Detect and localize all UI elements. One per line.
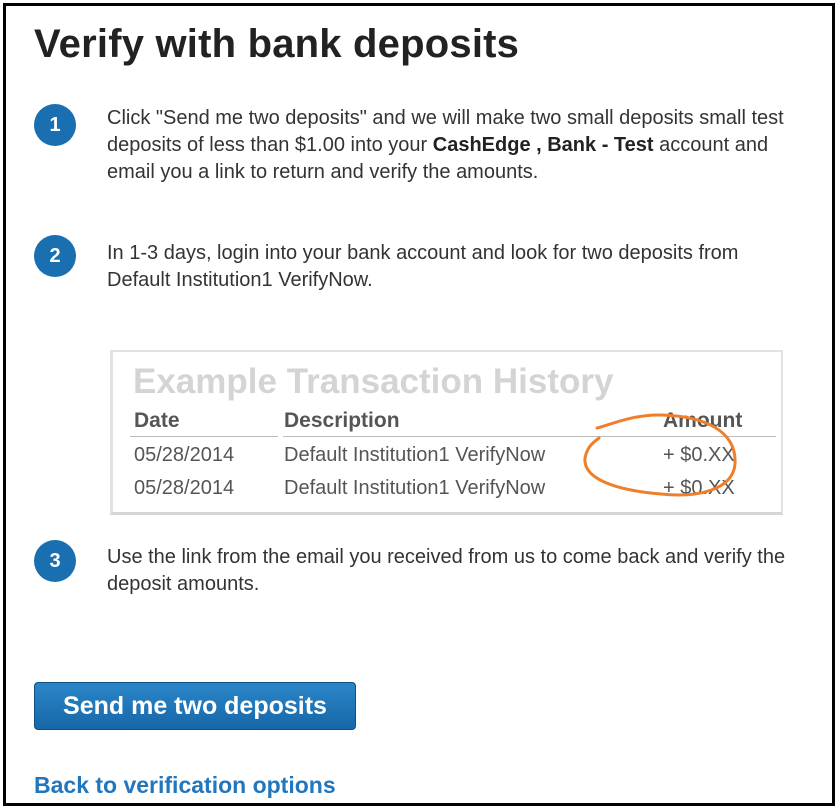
step-1-badge: 1: [34, 104, 76, 146]
row-2-description: Default Institution1 VerifyNow: [284, 477, 546, 499]
verify-panel: Verify with bank deposits 1 Click "Send …: [3, 3, 835, 806]
row-1-amount: + $0.XX: [663, 444, 735, 466]
step-1-text: Click "Send me two deposits" and we will…: [107, 105, 797, 186]
page-title: Verify with bank deposits: [34, 22, 520, 66]
row-2-amount: + $0.XX: [663, 477, 735, 499]
step-3-badge: 3: [34, 540, 76, 582]
row-1-date: 05/28/2014: [134, 444, 235, 466]
col-header-description: Description: [284, 409, 400, 432]
step-2-text: In 1-3 days, login into your bank accoun…: [107, 242, 739, 291]
back-to-verification-link[interactable]: Back to verification options: [34, 772, 336, 799]
example-transaction-history: Example Transaction History Date Descrip…: [110, 350, 783, 515]
col-header-date: Date: [134, 409, 180, 432]
step-2-badge: 2: [34, 235, 76, 277]
header-rule-date: [130, 436, 278, 437]
account-name: CashEdge , Bank - Test: [432, 134, 654, 156]
row-1-description: Default Institution1 VerifyNow: [284, 444, 546, 466]
header-rule-rest: [283, 436, 776, 437]
example-title: Example Transaction History: [133, 362, 614, 401]
send-deposits-button[interactable]: Send me two deposits: [34, 682, 356, 730]
row-2-date: 05/28/2014: [134, 477, 235, 499]
step-3-text: Use the link from the email you received…: [107, 546, 786, 595]
col-header-amount: Amount: [663, 409, 743, 432]
